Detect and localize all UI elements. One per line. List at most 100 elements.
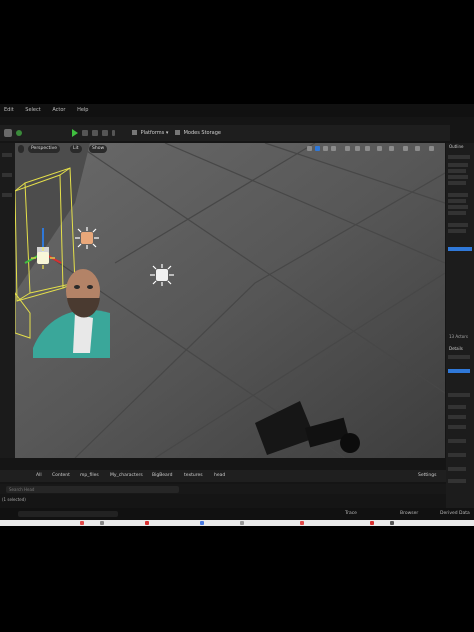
details-component[interactable]	[448, 369, 470, 373]
perspective-button[interactable]: Perspective	[28, 145, 61, 153]
rotate-icon[interactable]	[323, 146, 328, 151]
console-input[interactable]	[18, 511, 118, 517]
details-search[interactable]	[448, 393, 470, 397]
outliner-row[interactable]	[448, 211, 466, 215]
layout-icon[interactable]	[415, 146, 420, 151]
show-button[interactable]: Show	[89, 145, 108, 153]
platforms-icon	[132, 130, 137, 135]
modeling-label: Modes Storage	[183, 130, 221, 136]
outliner-tab[interactable]: Outline	[449, 144, 463, 149]
platforms-label: Platforms	[140, 130, 165, 136]
snap-scale-icon[interactable]	[377, 146, 382, 151]
menu-bar: Edit Select Actor Help	[0, 104, 474, 117]
app-icon[interactable]	[100, 521, 104, 525]
toolbox-tab[interactable]	[2, 193, 12, 197]
viewport-menu-button[interactable]	[18, 145, 24, 153]
search-input[interactable]: Search Head	[6, 486, 179, 493]
outliner-row[interactable]	[448, 223, 468, 227]
left-toolbox	[0, 143, 15, 458]
snap-grid-icon[interactable]	[355, 146, 360, 151]
outliner-row[interactable]	[448, 163, 468, 167]
details-row[interactable]	[448, 453, 466, 457]
lit-label: Lit	[73, 146, 79, 151]
outliner-row[interactable]	[448, 199, 466, 203]
platforms-button[interactable]: Platforms ▾	[132, 128, 168, 138]
menu-select[interactable]: Select	[25, 107, 40, 113]
app-icon[interactable]	[200, 521, 204, 525]
app-icon[interactable]	[300, 521, 304, 525]
stop-icon[interactable]	[92, 130, 98, 140]
breadcrumb-textures[interactable]: textures	[184, 470, 203, 482]
perspective-label: Perspective	[31, 146, 58, 151]
viewport-toolbar: Perspective Lit Show	[15, 144, 445, 154]
mode-select-icon[interactable]	[4, 129, 12, 137]
details-row[interactable]	[448, 355, 470, 359]
details-row[interactable]	[448, 439, 466, 443]
app-icon[interactable]	[370, 521, 374, 525]
main-toolbar: Platforms ▾ Modes Storage	[0, 125, 450, 141]
outliner-row-selected[interactable]	[448, 247, 472, 251]
content-browser-search-row: Search Head	[0, 484, 446, 494]
details-tab[interactable]: Details	[449, 346, 463, 351]
toolbox-tab[interactable]	[2, 173, 12, 177]
content-browser-path: All Content mp_files My_characters BigBe…	[0, 470, 446, 482]
actors-count: 13 Actors	[449, 334, 468, 339]
breadcrumb-all[interactable]: All	[36, 470, 42, 482]
selection-status: (1 selected)	[2, 497, 26, 502]
details-row[interactable]	[448, 415, 466, 419]
select-mode-icon[interactable]	[307, 146, 312, 151]
show-label: Show	[92, 146, 105, 151]
trace-button[interactable]: Trace	[345, 508, 357, 520]
modeling-button[interactable]: Modes Storage	[175, 128, 221, 138]
point-light-icon[interactable]	[31, 247, 55, 269]
outliner-row[interactable]	[448, 175, 468, 179]
breadcrumb-content[interactable]: Content	[52, 470, 70, 482]
eject-icon[interactable]	[102, 130, 108, 140]
viewport-scene	[15, 143, 445, 458]
menu-help[interactable]: Help	[77, 107, 88, 113]
level-viewport[interactable]	[15, 143, 445, 458]
app-icon[interactable]	[80, 521, 84, 525]
outliner-row[interactable]	[448, 169, 466, 173]
details-row[interactable]	[448, 405, 466, 409]
details-row[interactable]	[448, 479, 466, 483]
browser-button[interactable]: Browser	[400, 508, 418, 520]
breadcrumb-mp-files[interactable]: mp_files	[80, 470, 99, 482]
menu-actor[interactable]: Actor	[52, 107, 65, 113]
outliner-row[interactable]	[448, 229, 466, 233]
pause-icon[interactable]	[82, 130, 88, 140]
point-light-icon[interactable]	[150, 264, 174, 286]
app-icon[interactable]	[145, 521, 149, 525]
app-icon[interactable]	[240, 521, 244, 525]
snap-rotation-icon[interactable]	[365, 146, 370, 151]
outliner-search[interactable]	[448, 155, 470, 159]
add-actor-icon[interactable]	[16, 130, 22, 136]
breadcrumb-my-characters[interactable]: My_characters	[110, 470, 143, 482]
breadcrumb-bigbeard[interactable]: BigBeard	[152, 470, 172, 482]
settings-icon[interactable]	[429, 146, 434, 151]
toolbox-tab[interactable]	[2, 153, 12, 157]
camera-speed-icon[interactable]	[389, 146, 394, 151]
outliner-row[interactable]	[448, 181, 466, 185]
translate-icon[interactable]	[315, 146, 320, 151]
status-bar: Trace Browser Derived Data	[0, 508, 474, 520]
scale-icon[interactable]	[331, 146, 336, 151]
modeling-icon	[175, 130, 180, 135]
details-row[interactable]	[448, 425, 466, 429]
maximize-icon[interactable]	[403, 146, 408, 151]
play-icon[interactable]	[72, 129, 78, 139]
point-light-icon[interactable]	[75, 227, 99, 249]
settings-button[interactable]: Settings	[418, 470, 436, 482]
more-options-icon[interactable]	[112, 130, 115, 140]
app-icon[interactable]	[390, 521, 394, 525]
lit-button[interactable]: Lit	[70, 145, 82, 153]
derived-data-button[interactable]: Derived Data	[440, 508, 470, 520]
outliner-row[interactable]	[448, 205, 468, 209]
world-icon[interactable]	[345, 146, 350, 151]
right-panel: Outline 13 Actors Details	[446, 143, 474, 524]
os-taskbar	[0, 520, 474, 526]
breadcrumb-head[interactable]: head	[214, 470, 225, 482]
details-row[interactable]	[448, 467, 466, 471]
menu-edit[interactable]: Edit	[4, 107, 14, 113]
outliner-row[interactable]	[448, 193, 468, 197]
